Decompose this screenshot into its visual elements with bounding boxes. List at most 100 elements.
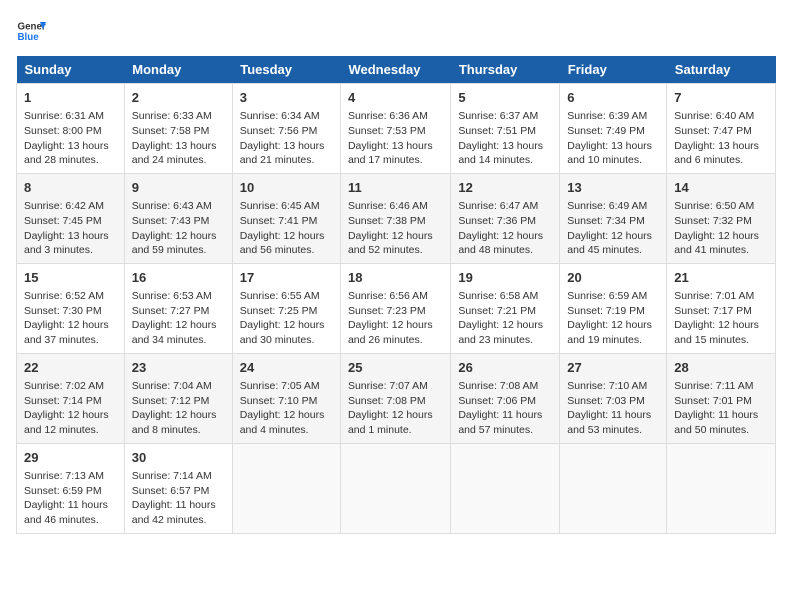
day-number: 4 — [348, 89, 443, 107]
day-info: Sunrise: 6:40 AM Sunset: 7:47 PM Dayligh… — [674, 109, 768, 168]
col-header-thursday: Thursday — [451, 56, 560, 84]
day-cell — [232, 443, 340, 533]
day-number: 21 — [674, 269, 768, 287]
day-info: Sunrise: 6:39 AM Sunset: 7:49 PM Dayligh… — [567, 109, 659, 168]
col-header-sunday: Sunday — [17, 56, 125, 84]
day-cell: 1Sunrise: 6:31 AM Sunset: 8:00 PM Daylig… — [17, 84, 125, 174]
day-cell: 4 Sunrise: 6:36 AM Sunset: 7:53 PM Daylig… — [340, 84, 450, 174]
day-cell: 24 Sunrise: 7:05 AM Sunset: 7:10 PM Dayli… — [232, 353, 340, 443]
day-info: Sunrise: 6:56 AM Sunset: 7:23 PM Dayligh… — [348, 289, 443, 348]
day-number: 15 — [24, 269, 117, 287]
day-number: 26 — [458, 359, 552, 377]
day-number: 13 — [567, 179, 659, 197]
day-info: Sunrise: 7:14 AM Sunset: 6:57 PM Dayligh… — [132, 469, 225, 528]
day-number: 20 — [567, 269, 659, 287]
day-info: Sunrise: 7:08 AM Sunset: 7:06 PM Dayligh… — [458, 379, 552, 438]
day-cell: 5 Sunrise: 6:37 AM Sunset: 7:51 PM Daylig… — [451, 84, 560, 174]
day-cell: 13 Sunrise: 6:49 AM Sunset: 7:34 PM Dayli… — [560, 173, 667, 263]
day-cell: 6 Sunrise: 6:39 AM Sunset: 7:49 PM Daylig… — [560, 84, 667, 174]
col-header-tuesday: Tuesday — [232, 56, 340, 84]
day-cell: 27 Sunrise: 7:10 AM Sunset: 7:03 PM Dayli… — [560, 353, 667, 443]
day-number: 28 — [674, 359, 768, 377]
day-cell: 9Sunrise: 6:43 AM Sunset: 7:43 PM Daylig… — [124, 173, 232, 263]
day-number: 24 — [240, 359, 333, 377]
day-info: Sunrise: 6:53 AM Sunset: 7:27 PM Dayligh… — [132, 289, 225, 348]
day-number: 9 — [132, 179, 225, 197]
day-number: 2 — [132, 89, 225, 107]
day-number: 10 — [240, 179, 333, 197]
day-info: Sunrise: 7:05 AM Sunset: 7:10 PM Dayligh… — [240, 379, 333, 438]
day-cell: 3 Sunrise: 6:34 AM Sunset: 7:56 PM Daylig… — [232, 84, 340, 174]
day-number: 14 — [674, 179, 768, 197]
day-cell: 19Sunrise: 6:58 AM Sunset: 7:21 PM Dayli… — [451, 263, 560, 353]
day-info: Sunrise: 6:45 AM Sunset: 7:41 PM Dayligh… — [240, 199, 333, 258]
day-info: Sunrise: 6:50 AM Sunset: 7:32 PM Dayligh… — [674, 199, 768, 258]
day-info: Sunrise: 6:36 AM Sunset: 7:53 PM Dayligh… — [348, 109, 443, 168]
day-number: 30 — [132, 449, 225, 467]
day-cell: 7 Sunrise: 6:40 AM Sunset: 7:47 PM Daylig… — [667, 84, 776, 174]
day-cell: 23Sunrise: 7:04 AM Sunset: 7:12 PM Dayli… — [124, 353, 232, 443]
day-cell: 18Sunrise: 6:56 AM Sunset: 7:23 PM Dayli… — [340, 263, 450, 353]
day-info: Sunrise: 6:47 AM Sunset: 7:36 PM Dayligh… — [458, 199, 552, 258]
day-number: 22 — [24, 359, 117, 377]
day-cell: 20 Sunrise: 6:59 AM Sunset: 7:19 PM Dayli… — [560, 263, 667, 353]
day-info: Sunrise: 6:34 AM Sunset: 7:56 PM Dayligh… — [240, 109, 333, 168]
day-number: 3 — [240, 89, 333, 107]
day-cell: 15Sunrise: 6:52 AM Sunset: 7:30 PM Dayli… — [17, 263, 125, 353]
week-row-3: 15Sunrise: 6:52 AM Sunset: 7:30 PM Dayli… — [17, 263, 776, 353]
day-cell: 14 Sunrise: 6:50 AM Sunset: 7:32 PM Dayli… — [667, 173, 776, 263]
day-info: Sunrise: 6:49 AM Sunset: 7:34 PM Dayligh… — [567, 199, 659, 258]
day-cell: 11 Sunrise: 6:46 AM Sunset: 7:38 PM Dayli… — [340, 173, 450, 263]
day-info: Sunrise: 6:33 AM Sunset: 7:58 PM Dayligh… — [132, 109, 225, 168]
day-number: 7 — [674, 89, 768, 107]
header-row: SundayMondayTuesdayWednesdayThursdayFrid… — [17, 56, 776, 84]
day-cell: 25 Sunrise: 7:07 AM Sunset: 7:08 PM Dayli… — [340, 353, 450, 443]
day-number: 27 — [567, 359, 659, 377]
day-cell: 16 Sunrise: 6:53 AM Sunset: 7:27 PM Dayli… — [124, 263, 232, 353]
day-info: Sunrise: 7:02 AM Sunset: 7:14 PM Dayligh… — [24, 379, 117, 438]
col-header-saturday: Saturday — [667, 56, 776, 84]
day-cell: 30 Sunrise: 7:14 AM Sunset: 6:57 PM Dayli… — [124, 443, 232, 533]
day-info: Sunrise: 7:13 AM Sunset: 6:59 PM Dayligh… — [24, 469, 117, 528]
day-info: Sunrise: 7:04 AM Sunset: 7:12 PM Dayligh… — [132, 379, 225, 438]
day-info: Sunrise: 6:42 AM Sunset: 7:45 PM Dayligh… — [24, 199, 117, 258]
week-row-4: 22 Sunrise: 7:02 AM Sunset: 7:14 PM Dayli… — [17, 353, 776, 443]
svg-text:Blue: Blue — [18, 32, 40, 43]
day-info: Sunrise: 7:10 AM Sunset: 7:03 PM Dayligh… — [567, 379, 659, 438]
day-number: 5 — [458, 89, 552, 107]
col-header-wednesday: Wednesday — [340, 56, 450, 84]
day-number: 8 — [24, 179, 117, 197]
day-info: Sunrise: 6:58 AM Sunset: 7:21 PM Dayligh… — [458, 289, 552, 348]
day-cell — [560, 443, 667, 533]
week-row-2: 8 Sunrise: 6:42 AM Sunset: 7:45 PM Daylig… — [17, 173, 776, 263]
day-number: 6 — [567, 89, 659, 107]
page-header: General Blue — [16, 16, 776, 46]
day-number: 16 — [132, 269, 225, 287]
day-number: 12 — [458, 179, 552, 197]
col-header-friday: Friday — [560, 56, 667, 84]
col-header-monday: Monday — [124, 56, 232, 84]
day-cell: 26 Sunrise: 7:08 AM Sunset: 7:06 PM Dayli… — [451, 353, 560, 443]
day-cell: 29Sunrise: 7:13 AM Sunset: 6:59 PM Dayli… — [17, 443, 125, 533]
day-cell: 10 Sunrise: 6:45 AM Sunset: 7:41 PM Dayli… — [232, 173, 340, 263]
day-info: Sunrise: 7:01 AM Sunset: 7:17 PM Dayligh… — [674, 289, 768, 348]
logo: General Blue — [16, 16, 46, 46]
day-cell — [451, 443, 560, 533]
day-number: 1 — [24, 89, 117, 107]
day-info: Sunrise: 7:07 AM Sunset: 7:08 PM Dayligh… — [348, 379, 443, 438]
day-cell: 8 Sunrise: 6:42 AM Sunset: 7:45 PM Daylig… — [17, 173, 125, 263]
day-info: Sunrise: 7:11 AM Sunset: 7:01 PM Dayligh… — [674, 379, 768, 438]
day-cell: 22 Sunrise: 7:02 AM Sunset: 7:14 PM Dayli… — [17, 353, 125, 443]
day-cell — [667, 443, 776, 533]
day-number: 25 — [348, 359, 443, 377]
day-info: Sunrise: 6:59 AM Sunset: 7:19 PM Dayligh… — [567, 289, 659, 348]
day-number: 17 — [240, 269, 333, 287]
week-row-1: 1Sunrise: 6:31 AM Sunset: 8:00 PM Daylig… — [17, 84, 776, 174]
day-number: 11 — [348, 179, 443, 197]
day-cell: 2 Sunrise: 6:33 AM Sunset: 7:58 PM Daylig… — [124, 84, 232, 174]
day-info: Sunrise: 6:37 AM Sunset: 7:51 PM Dayligh… — [458, 109, 552, 168]
day-info: Sunrise: 6:55 AM Sunset: 7:25 PM Dayligh… — [240, 289, 333, 348]
day-info: Sunrise: 6:46 AM Sunset: 7:38 PM Dayligh… — [348, 199, 443, 258]
day-cell — [340, 443, 450, 533]
day-cell: 21 Sunrise: 7:01 AM Sunset: 7:17 PM Dayli… — [667, 263, 776, 353]
